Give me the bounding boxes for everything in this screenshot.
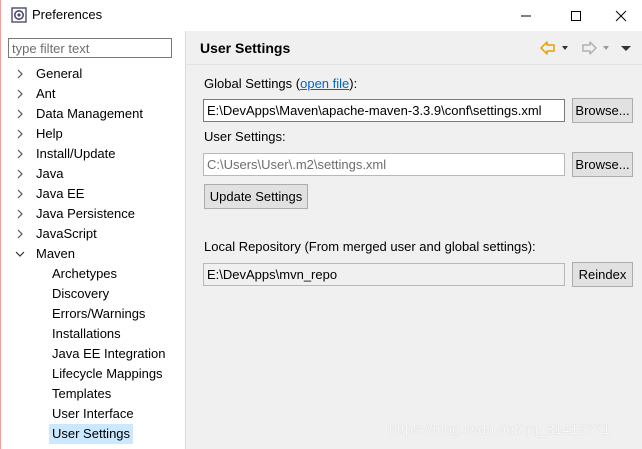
back-dropdown-icon[interactable] xyxy=(560,43,570,53)
tree-item-label: User Settings xyxy=(49,424,134,444)
chevron-right-icon[interactable] xyxy=(15,109,25,119)
page-header: User Settings xyxy=(186,31,642,65)
forward-arrow-icon xyxy=(582,41,597,55)
forward-button[interactable] xyxy=(581,40,611,56)
tree-item-label: Ant xyxy=(36,86,56,101)
tree-item-label: Java EE xyxy=(36,186,85,201)
tree-item-java-ee-integration[interactable]: Java EE Integration xyxy=(1,344,185,364)
back-button[interactable] xyxy=(540,40,570,56)
tree-item-label: Java Persistence xyxy=(36,206,135,221)
tree-item-label: Data Management xyxy=(36,106,143,121)
chevron-right-icon[interactable] xyxy=(15,169,25,179)
tree-item-label: Archetypes xyxy=(52,266,118,281)
tree-item-label: Help xyxy=(36,126,63,141)
tree-item-errors-warnings[interactable]: Errors/Warnings xyxy=(1,304,185,324)
tree-item-label: Java xyxy=(36,166,64,181)
minimize-icon xyxy=(521,15,531,16)
user-settings-label: User Settings: xyxy=(204,129,286,144)
chevron-right-icon[interactable] xyxy=(15,129,25,139)
tree-item-label: JavaScript xyxy=(36,226,97,241)
eclipse-app-icon xyxy=(11,7,27,23)
tree-item-user-settings[interactable]: User Settings xyxy=(1,424,185,444)
tree-item-label: Java EE Integration xyxy=(52,346,166,361)
tree-item-java-persistence[interactable]: Java Persistence xyxy=(1,204,185,224)
tree-item-label: Install/Update xyxy=(36,146,116,161)
maximize-icon xyxy=(571,10,581,21)
chevron-right-icon[interactable] xyxy=(15,209,25,219)
preferences-tree: General Ant Data Management Help Install… xyxy=(1,64,185,444)
view-menu-button[interactable] xyxy=(620,40,632,56)
tree-item-label: Lifecycle Mappings xyxy=(52,366,163,381)
preferences-tree-pane: General Ant Data Management Help Install… xyxy=(1,31,185,449)
browse-global-settings-button[interactable]: Browse... xyxy=(572,98,633,123)
local-repository-label: Local Repository (From merged user and g… xyxy=(204,239,536,254)
preferences-window: Preferences General xyxy=(0,0,642,449)
chevron-right-icon[interactable] xyxy=(15,69,25,79)
title-bar[interactable]: Preferences xyxy=(1,0,642,31)
filter-input[interactable] xyxy=(8,38,172,58)
tree-item-install-update[interactable]: Install/Update xyxy=(1,144,185,164)
tree-item-java-ee[interactable]: Java EE xyxy=(1,184,185,204)
minimize-button[interactable] xyxy=(503,0,549,31)
tree-item-help[interactable]: Help xyxy=(1,124,185,144)
tree-item-discovery[interactable]: Discovery xyxy=(1,284,185,304)
tree-item-label: User Interface xyxy=(52,406,134,421)
open-file-link[interactable]: open file xyxy=(300,76,349,91)
tree-item-templates[interactable]: Templates xyxy=(1,384,185,404)
tree-item-general[interactable]: General xyxy=(1,64,185,84)
global-settings-field[interactable]: E:\DevApps\Maven\apache-maven-3.3.9\conf… xyxy=(203,99,565,122)
global-settings-label: Global Settings (open file): xyxy=(204,76,357,92)
page-title: User Settings xyxy=(200,40,291,56)
chevron-right-icon[interactable] xyxy=(15,229,25,239)
tree-item-installations[interactable]: Installations xyxy=(1,324,185,344)
settings-page: User Settings Global Settings (open file… xyxy=(186,31,642,449)
browse-user-settings-button[interactable]: Browse... xyxy=(572,152,633,177)
chevron-right-icon[interactable] xyxy=(15,89,25,99)
view-menu-icon xyxy=(621,46,631,51)
tree-item-java[interactable]: Java xyxy=(1,164,185,184)
tree-item-label: Maven xyxy=(36,246,76,261)
tree-item-label: Installations xyxy=(52,326,121,341)
global-settings-label-prefix: Global Settings ( xyxy=(204,76,301,91)
tree-item-data-management[interactable]: Data Management xyxy=(1,104,185,124)
reindex-button[interactable]: Reindex xyxy=(572,262,633,287)
update-settings-button[interactable]: Update Settings xyxy=(204,184,308,209)
page-content: Global Settings (open file): E:\DevApps\… xyxy=(186,65,642,449)
maximize-button[interactable] xyxy=(553,0,599,31)
tree-item-label: Templates xyxy=(52,386,112,401)
local-repository-field: E:\DevApps\mvn_repo xyxy=(203,263,565,286)
tree-item-javascript[interactable]: JavaScript xyxy=(1,224,185,244)
tree-item-label: General xyxy=(36,66,83,81)
close-icon xyxy=(615,10,627,21)
tree-item-archetypes[interactable]: Archetypes xyxy=(1,264,185,284)
tree-item-ant[interactable]: Ant xyxy=(1,84,185,104)
tree-item-label: Errors/Warnings xyxy=(52,306,146,321)
close-button[interactable] xyxy=(598,0,642,31)
forward-dropdown-icon[interactable] xyxy=(601,43,611,53)
chevron-right-icon[interactable] xyxy=(15,149,25,159)
window-title: Preferences xyxy=(32,7,103,22)
tree-item-lifecycle-mappings[interactable]: Lifecycle Mappings xyxy=(1,364,185,384)
back-arrow-icon xyxy=(540,41,555,55)
watermark-text: https://blog.csdn.net/qq_31416771 xyxy=(389,421,611,437)
chevron-down-icon[interactable] xyxy=(15,249,25,259)
global-settings-label-suffix: ): xyxy=(349,76,358,91)
tree-item-label: Discovery xyxy=(52,286,110,301)
tree-item-maven[interactable]: Maven xyxy=(1,244,185,264)
user-settings-field[interactable]: C:\Users\User\.m2\settings.xml xyxy=(203,153,565,176)
chevron-right-icon[interactable] xyxy=(15,189,25,199)
tree-item-user-interface[interactable]: User Interface xyxy=(1,404,185,424)
